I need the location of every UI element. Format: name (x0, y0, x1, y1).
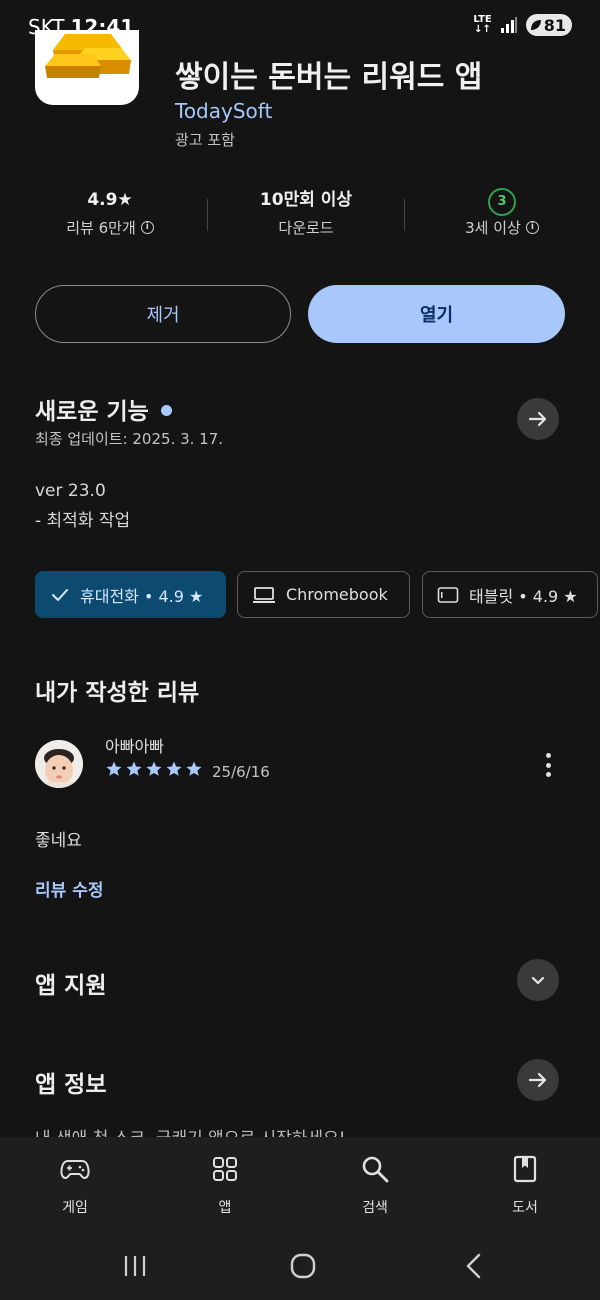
rating-value: 4.9★ (87, 190, 133, 210)
stat-divider (207, 199, 208, 231)
device-chip-label: Chromebook (286, 585, 388, 604)
age-rating-badge: 3 (488, 188, 516, 216)
age-rating-stat[interactable]: 3 3세 이상 i (417, 185, 587, 238)
star-icon (166, 761, 182, 776)
release-notes: ver 23.0 - 최적화 작업 (35, 476, 130, 536)
app-support-heading[interactable]: 앱 지원 (35, 966, 107, 1000)
star-icon (146, 761, 162, 776)
battery-indicator: 81 (525, 14, 572, 36)
avatar (35, 740, 83, 788)
info-icon: i (140, 221, 154, 234)
leaf-icon (530, 20, 541, 30)
kebab-dot (545, 772, 551, 777)
review-date: 25/6/16 (212, 763, 270, 781)
contains-ads-label: 광고 포함 (175, 131, 235, 149)
signal-icon (500, 17, 517, 33)
kebab-dot (545, 762, 551, 768)
device-chip-label: 휴대전화 • 4.9 ★ (80, 586, 204, 606)
home-button[interactable] (288, 1251, 318, 1281)
review-star-rating (105, 760, 203, 778)
star-icon (106, 761, 122, 776)
gold-bars-icon (45, 34, 131, 78)
whats-new-title: 새로운 기능 (35, 399, 149, 425)
bottom-navigation: 게임 앱 검색 도서 (0, 1137, 600, 1233)
star-icon (186, 761, 202, 776)
device-chip-phone[interactable]: 휴대전화 • 4.9 ★ (35, 571, 226, 618)
app-info-heading[interactable]: 앱 정보 (35, 1065, 107, 1099)
stats-row: 4.9★ 리뷰 6만개 i 10만회 이상 다운로드 3 3세 이상 i (0, 185, 600, 245)
rating-stat[interactable]: 4.9★ 리뷰 6만개 i (25, 185, 195, 238)
app-info-arrow-button[interactable] (517, 1059, 559, 1101)
downloads-value: 10만회 이상 (259, 190, 353, 210)
device-chip-chromebook[interactable]: Chromebook (237, 571, 410, 618)
app-support-expand-button[interactable] (517, 959, 559, 1001)
recent-apps-button[interactable] (120, 1251, 150, 1281)
back-icon (466, 1253, 481, 1279)
device-chip-tablet[interactable]: 태블릿 • 4.9 ★ (422, 571, 598, 618)
nav-games[interactable]: 게임 (25, 1151, 125, 1217)
kebab-dot (545, 753, 551, 758)
nav-label: 앱 (218, 1200, 232, 1216)
new-indicator-dot (160, 405, 172, 416)
chevron-down-icon (531, 976, 545, 985)
nav-search[interactable]: 검색 (325, 1151, 425, 1217)
edit-review-link[interactable]: 리뷰 수정 (35, 876, 103, 901)
baby-avatar-icon (35, 740, 83, 788)
my-review-heading: 내가 작성한 리뷰 (35, 680, 200, 706)
device-chip-label: 태블릿 • 4.9 ★ (469, 586, 578, 606)
downloads-stat: 10만회 이상 다운로드 (221, 185, 391, 238)
reviewer-name: 아빠아빠 (105, 737, 164, 756)
home-icon (290, 1253, 316, 1279)
tablet-icon (437, 586, 459, 603)
app-title: 쌓이는 돈버는 리워드 앱 (175, 60, 483, 95)
nav-label: 도서 (512, 1200, 538, 1216)
check-icon (52, 588, 68, 601)
nav-books[interactable]: 도서 (475, 1151, 575, 1217)
version-label: ver 23.0 (35, 481, 106, 501)
nav-label: 검색 (362, 1200, 388, 1216)
open-button[interactable]: 열기 (308, 285, 565, 343)
gamepad-icon (60, 1160, 90, 1180)
star-icon (126, 761, 142, 776)
book-icon (513, 1155, 537, 1183)
recent-apps-icon (124, 1256, 146, 1276)
age-rating-label: 3세 이상 (465, 219, 521, 237)
system-navigation-bar (0, 1233, 600, 1300)
nav-apps[interactable]: 앱 (175, 1151, 275, 1217)
search-icon (362, 1156, 389, 1183)
arrow-right-icon (528, 411, 547, 427)
whats-new-arrow-button[interactable] (517, 398, 559, 440)
more-options-button[interactable] (538, 750, 558, 780)
lte-icon: LTE ↓↑ (473, 14, 492, 35)
back-button[interactable] (458, 1251, 488, 1281)
downloads-label: 다운로드 (278, 219, 334, 237)
status-right: LTE ↓↑ 81 (473, 14, 572, 36)
apps-grid-icon (213, 1157, 237, 1181)
developer-link[interactable]: TodaySoft (175, 99, 272, 123)
last-updated-label: 최종 업데이트: 2025. 3. 17. (35, 430, 224, 448)
stat-divider (404, 199, 405, 231)
release-note-line: - 최적화 작업 (35, 511, 131, 531)
whats-new-heading[interactable]: 새로운 기능 (35, 392, 172, 426)
arrow-right-icon (528, 1072, 547, 1088)
info-icon: i (525, 221, 539, 234)
laptop-icon (253, 586, 275, 603)
reviews-count-label: 리뷰 6만개 (66, 219, 136, 237)
nav-label: 게임 (62, 1200, 88, 1216)
app-icon (35, 30, 139, 105)
uninstall-button[interactable]: 제거 (35, 285, 291, 343)
review-text: 좋네요 (35, 831, 82, 851)
